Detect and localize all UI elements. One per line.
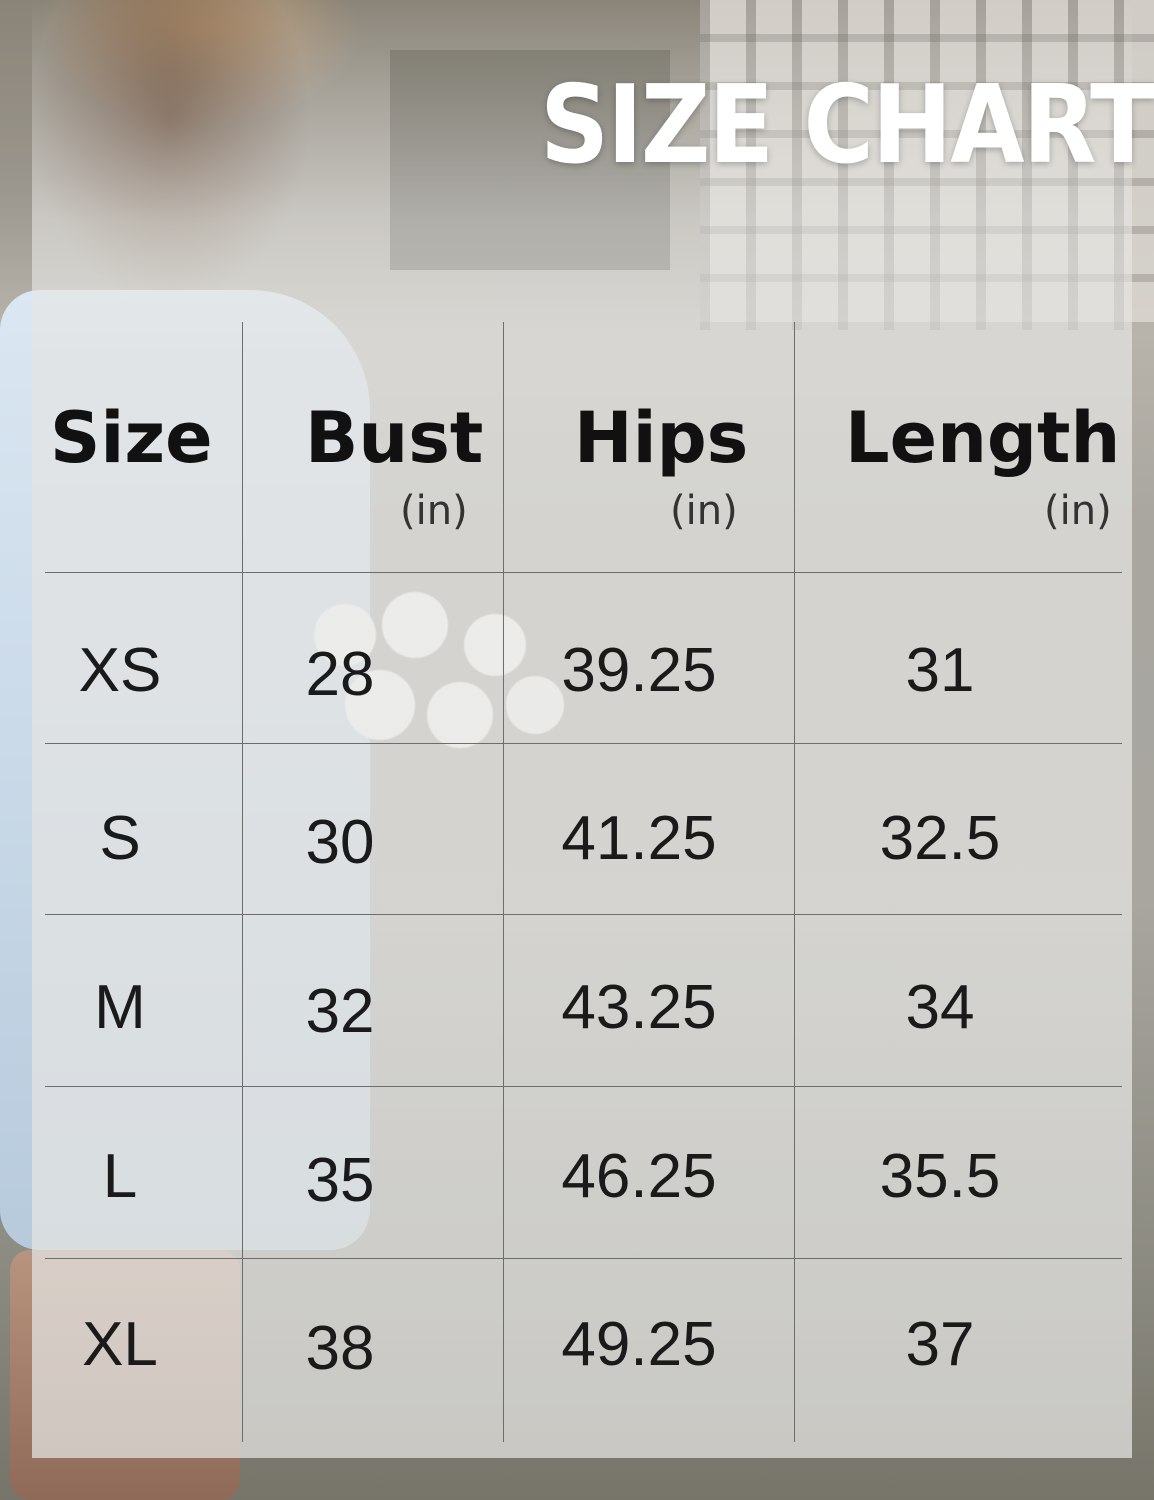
grid-line: [45, 1086, 1122, 1087]
header-size: Size: [50, 397, 213, 479]
grid-line: [45, 572, 1122, 573]
cell-bust: 30: [305, 808, 375, 877]
cell-hips: 46.25: [561, 1142, 717, 1211]
header-hips-unit: (in): [670, 488, 738, 534]
grid-line: [45, 743, 1122, 744]
cell-length: 31: [905, 636, 975, 705]
cell-length: 32.5: [879, 804, 1001, 873]
grid-line: [242, 322, 243, 1442]
cell-size: M: [94, 973, 146, 1042]
cell-length: 37: [905, 1310, 975, 1379]
grid-line: [45, 914, 1122, 915]
cell-length: 35.5: [879, 1142, 1001, 1211]
cell-bust: 35: [305, 1146, 375, 1215]
cell-bust: 28: [305, 640, 375, 709]
header-hips: Hips: [574, 397, 749, 479]
cell-size: S: [99, 804, 141, 873]
chart-title: SIZE CHART: [540, 62, 1154, 188]
grid-line: [45, 1258, 1122, 1259]
cell-hips: 39.25: [561, 636, 717, 705]
cell-hips: 41.25: [561, 804, 717, 873]
cell-bust: 38: [305, 1314, 375, 1383]
header-length: Length: [845, 397, 1121, 479]
cell-length: 34: [905, 973, 975, 1042]
cell-size: XS: [78, 636, 162, 705]
cell-size: L: [102, 1142, 138, 1211]
size-chart-panel: [32, 0, 1132, 1458]
cell-hips: 43.25: [561, 973, 717, 1042]
header-bust-unit: (in): [400, 488, 468, 534]
header-length-unit: (in): [1044, 488, 1112, 534]
header-bust: Bust: [305, 397, 484, 479]
grid-line: [503, 322, 504, 1442]
grid-line: [794, 322, 795, 1442]
cell-size: XL: [82, 1310, 158, 1379]
cell-bust: 32: [305, 977, 375, 1046]
cell-hips: 49.25: [561, 1310, 717, 1379]
